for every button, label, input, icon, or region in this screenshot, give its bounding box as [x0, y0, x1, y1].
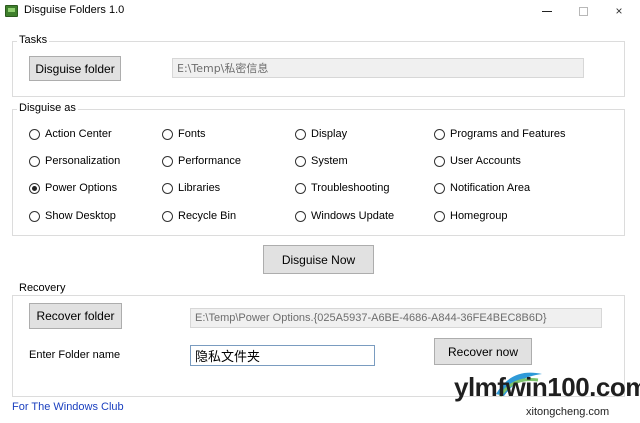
folder-name-input[interactable]: 隐私文件夹 — [190, 345, 375, 366]
folder-app-icon — [5, 5, 18, 17]
radio-button-icon[interactable] — [295, 155, 306, 167]
watermark-sub-text: xitongcheng.com — [526, 406, 610, 418]
radio-option[interactable]: Show Desktop — [29, 210, 116, 222]
radio-button-icon[interactable] — [29, 128, 40, 140]
radio-option-label: Windows Update — [311, 210, 395, 222]
folder-name-label: Enter Folder name — [29, 349, 121, 361]
radio-option-label: Notification Area — [450, 182, 531, 194]
radio-button-icon[interactable] — [162, 210, 173, 222]
radio-option-label: Show Desktop — [45, 210, 116, 222]
disguise-folder-button[interactable]: Disguise folder — [29, 56, 121, 81]
radio-button-icon[interactable] — [434, 128, 445, 140]
close-button[interactable]: × — [602, 0, 636, 22]
recovery-path-field[interactable]: E:\Temp\Power Options.{025A5937-A6BE-468… — [190, 308, 602, 328]
radio-option-label: User Accounts — [450, 155, 521, 167]
radio-option[interactable]: Personalization — [29, 155, 120, 167]
minimize-icon — [542, 10, 552, 12]
window-title: Disguise Folders 1.0 — [24, 4, 125, 16]
maximize-button[interactable] — [566, 0, 600, 22]
radio-option-label: Action Center — [45, 128, 112, 140]
recover-now-button[interactable]: Recover now — [434, 338, 532, 365]
title-bar[interactable]: Disguise Folders 1.0 × — [0, 0, 640, 22]
radio-option-label: Display — [311, 128, 348, 140]
radio-option[interactable]: Display — [295, 128, 347, 140]
disguise-now-button[interactable]: Disguise Now — [263, 245, 374, 274]
radio-button-icon[interactable] — [29, 155, 40, 167]
windows-club-link[interactable]: For The Windows Club — [12, 401, 124, 413]
radio-option[interactable]: Troubleshooting — [295, 182, 389, 194]
radio-button-icon[interactable] — [29, 182, 40, 194]
radio-option-label: System — [311, 155, 348, 167]
radio-button-icon[interactable] — [162, 182, 173, 194]
disguise-path-field[interactable]: E:\Temp\私密信息 — [172, 58, 584, 78]
maximize-icon — [578, 6, 588, 16]
radio-option[interactable]: Action Center — [29, 128, 112, 140]
radio-option-label: Power Options — [45, 182, 118, 194]
radio-button-icon[interactable] — [295, 128, 306, 140]
close-icon: × — [615, 4, 623, 18]
recover-folder-button[interactable]: Recover folder — [29, 303, 122, 329]
radio-option[interactable]: Recycle Bin — [162, 210, 236, 222]
radio-option-label: Recycle Bin — [178, 210, 237, 222]
radio-option-label: Performance — [178, 155, 241, 167]
radio-button-icon[interactable] — [434, 182, 445, 194]
radio-option[interactable]: System — [295, 155, 348, 167]
radio-option[interactable]: Fonts — [162, 128, 206, 140]
radio-option[interactable]: Programs and Features — [434, 128, 566, 140]
radio-option-label: Fonts — [178, 128, 206, 140]
radio-button-icon[interactable] — [295, 210, 306, 222]
radio-option[interactable]: Power Options — [29, 182, 117, 194]
window-client-area: Tasks Disguise folder E:\Temp\私密信息 Disgu… — [0, 22, 640, 423]
radio-option[interactable]: Performance — [162, 155, 241, 167]
radio-option[interactable]: Notification Area — [434, 182, 530, 194]
radio-button-icon[interactable] — [434, 155, 445, 167]
radio-option[interactable]: Homegroup — [434, 210, 507, 222]
radio-option-label: Programs and Features — [450, 128, 566, 140]
radio-option[interactable]: Windows Update — [295, 210, 394, 222]
watermark: ylmfwin100.com xitongcheng.com — [454, 372, 640, 423]
recovery-legend: Recovery — [17, 282, 68, 294]
radio-option-label: Homegroup — [450, 210, 508, 222]
radio-option-label: Libraries — [178, 182, 221, 194]
radio-button-icon[interactable] — [434, 210, 445, 222]
watermark-main-text: ylmfwin100.com — [454, 372, 640, 402]
tasks-legend: Tasks — [17, 34, 50, 46]
radio-option[interactable]: Libraries — [162, 182, 220, 194]
radio-button-icon[interactable] — [162, 128, 173, 140]
radio-option-label: Personalization — [45, 155, 121, 167]
radio-button-icon[interactable] — [162, 155, 173, 167]
radio-option[interactable]: User Accounts — [434, 155, 521, 167]
radio-button-icon[interactable] — [29, 210, 40, 222]
radio-button-icon[interactable] — [295, 182, 306, 194]
radio-option-label: Troubleshooting — [311, 182, 390, 194]
minimize-button[interactable] — [530, 0, 564, 22]
disguise-as-legend: Disguise as — [17, 102, 78, 114]
